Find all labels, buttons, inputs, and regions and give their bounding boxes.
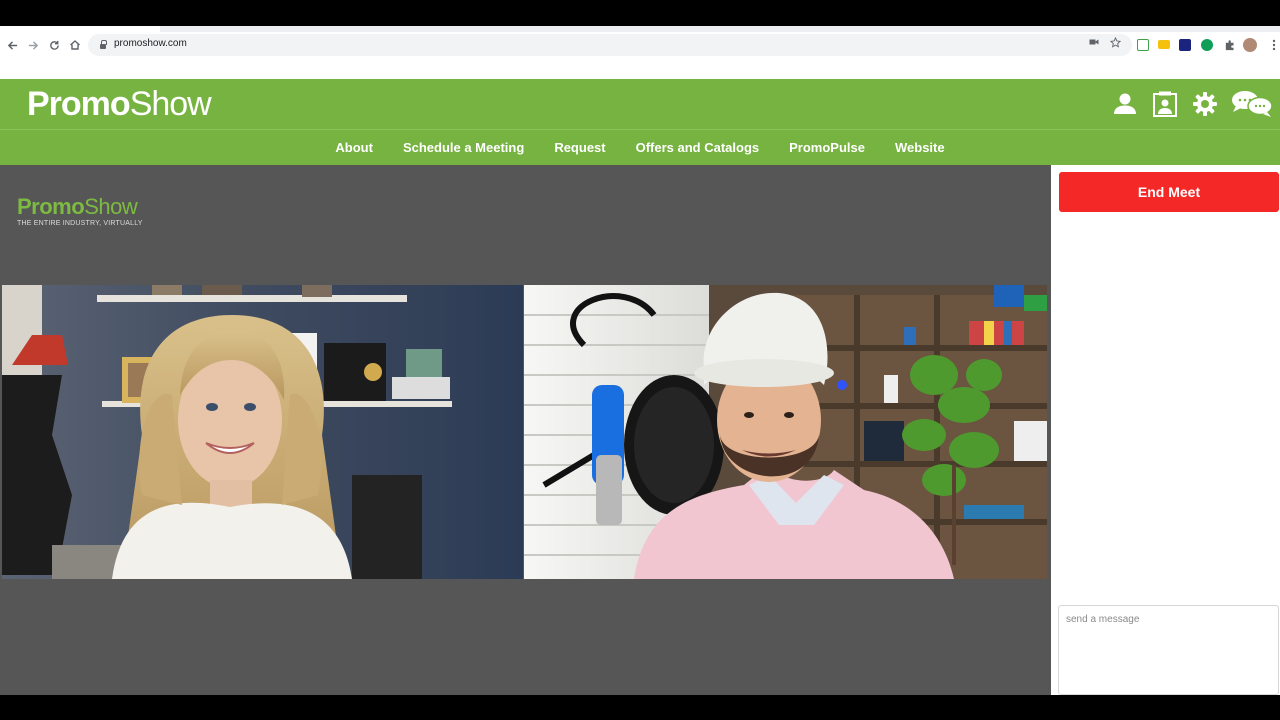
puzzle-icon[interactable] — [1220, 36, 1238, 54]
home-icon[interactable] — [66, 36, 84, 54]
nav-offers-catalogs[interactable]: Offers and Catalogs — [636, 140, 760, 155]
extension-shield-icon[interactable] — [1137, 39, 1149, 51]
camera-icon[interactable] — [1089, 37, 1099, 50]
stage-logo-bold: Promo — [17, 194, 85, 219]
header-actions — [1110, 87, 1274, 121]
lock-icon — [100, 40, 107, 49]
star-icon[interactable] — [1109, 36, 1122, 51]
extension-monitor-icon[interactable] — [1179, 39, 1191, 51]
participant-2-video-feed — [524, 285, 1047, 579]
stage-logo-light: Show — [84, 194, 138, 219]
main-nav: About Schedule a Meeting Request Offers … — [0, 130, 1280, 165]
stage-logo: PromoShow THE ENTIRE INDUSTRY, VIRTUALLY — [17, 195, 143, 228]
brand-logo[interactable]: PromoShow — [27, 84, 212, 124]
screen-bottom-bar — [0, 695, 1280, 720]
nav-promopulse[interactable]: PromoPulse — [789, 140, 865, 155]
brand-logo-light: Show — [129, 85, 212, 123]
back-icon[interactable] — [3, 36, 21, 54]
kebab-menu-icon[interactable] — [1265, 36, 1280, 54]
end-meet-button[interactable]: End Meet — [1059, 172, 1279, 212]
nav-about[interactable]: About — [335, 140, 373, 155]
nav-website[interactable]: Website — [895, 140, 945, 155]
forward-icon[interactable] — [24, 36, 42, 54]
gear-icon[interactable] — [1190, 89, 1220, 119]
browser-chrome: promoshow.com — [0, 26, 1280, 79]
stage-logo-text: PromoShow — [17, 195, 143, 219]
extension-note-icon[interactable] — [1158, 40, 1170, 49]
browser-toolbar: promoshow.com — [0, 32, 1280, 58]
brand-logo-bold: Promo — [27, 85, 131, 123]
video-tile-participant-2[interactable] — [524, 285, 1047, 579]
chat-icon[interactable] — [1230, 89, 1274, 119]
video-tile-participant-1[interactable] — [2, 285, 523, 579]
meeting-side-panel: End Meet — [1051, 165, 1280, 695]
stage-logo-tagline: THE ENTIRE INDUSTRY, VIRTUALLY — [17, 220, 143, 227]
extension-badge-icon[interactable] — [1201, 39, 1213, 51]
contact-card-icon[interactable] — [1150, 89, 1180, 119]
reload-icon[interactable] — [45, 36, 63, 54]
screen-top-bar — [0, 0, 1280, 26]
participant-1-video-feed — [2, 285, 523, 579]
meeting-stage: PromoShow THE ENTIRE INDUSTRY, VIRTUALLY — [0, 165, 1051, 695]
browser-avatar[interactable] — [1243, 38, 1257, 52]
nav-request[interactable]: Request — [554, 140, 605, 155]
site-header: PromoShow — [0, 79, 1280, 129]
url-text: promoshow.com — [114, 38, 187, 49]
message-input[interactable] — [1058, 605, 1279, 695]
nav-schedule-meeting[interactable]: Schedule a Meeting — [403, 140, 524, 155]
address-bar[interactable]: promoshow.com — [88, 34, 1132, 56]
profile-icon[interactable] — [1110, 89, 1140, 119]
